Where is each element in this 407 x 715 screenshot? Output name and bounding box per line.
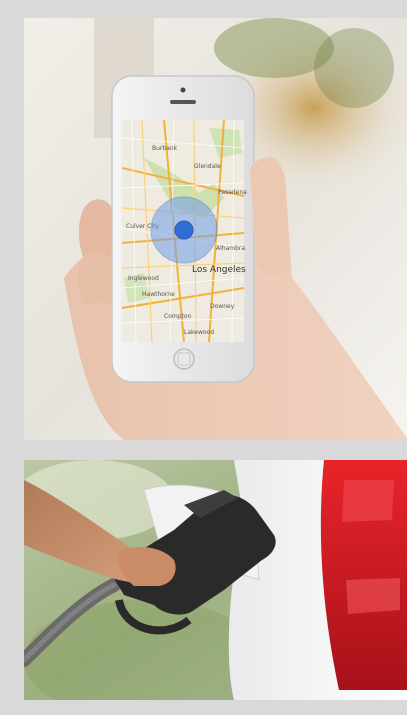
map-label-2: Glendale [194, 163, 221, 170]
fuel-photo-illustration [24, 460, 407, 700]
map-label-6: Inglewood [128, 275, 159, 282]
map-label-1: Burbank [152, 145, 178, 152]
map-label-9: Lakewood [184, 329, 214, 336]
map-city-label: Los Angeles [192, 265, 246, 275]
phone-speaker [170, 100, 196, 104]
map-label-5: Downey [210, 303, 235, 310]
photo-hand-holding-phone: Burbank Glendale Pasadena Alhambra Downe… [24, 18, 407, 440]
phone-photo-illustration: Burbank Glendale Pasadena Alhambra Downe… [24, 18, 407, 440]
map-label-4: Alhambra [216, 245, 245, 252]
map-label-3: Pasadena [218, 189, 247, 196]
map-label-7: Compton [164, 313, 192, 320]
phone-camera [180, 87, 186, 93]
photo-fuel-nozzle [24, 460, 407, 700]
map-screen: Burbank Glendale Pasadena Alhambra Downe… [121, 119, 247, 343]
map-label-10: Hawthorne [142, 291, 175, 298]
location-dot [174, 220, 194, 240]
